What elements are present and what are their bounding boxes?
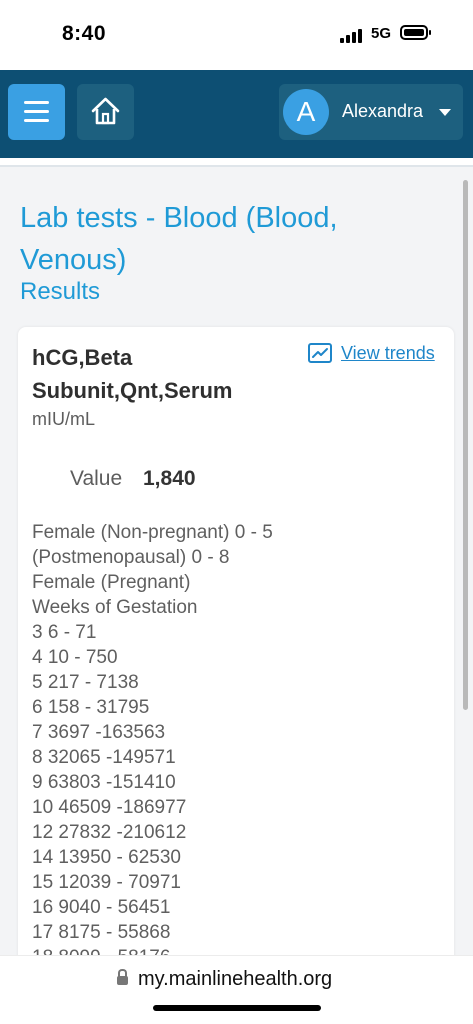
home-button[interactable] (77, 84, 134, 140)
battery-icon (400, 25, 431, 40)
app-header: A Alexandra (0, 70, 473, 158)
home-icon (91, 97, 120, 125)
line-chart-icon (308, 343, 332, 363)
lock-icon (117, 969, 128, 985)
browser-url-bar[interactable]: my.mainlinehealth.org (0, 955, 473, 1024)
home-indicator (153, 1005, 321, 1011)
reference-range-line: 18 8099 - 58176 (32, 945, 432, 955)
reference-range-line: 16 9040 - 56451 (32, 897, 171, 918)
reference-range: Female (Non-pregnant) 0 - 5 (Postmenopau… (32, 520, 432, 955)
page-title: Lab tests - Blood (Blood, Venous) (20, 202, 338, 276)
signal-icon (340, 27, 366, 43)
menu-button[interactable] (8, 84, 65, 140)
reference-range-line: 5 217 - 7138 (32, 672, 139, 693)
scrollbar[interactable] (463, 180, 468, 710)
reference-range-line: Female (Non-pregnant) 0 - 5 (32, 522, 273, 543)
page-subtitle: Results (20, 278, 101, 305)
reference-range-line: 3 6 - 71 (32, 622, 97, 643)
result-card: hCG,Beta Subunit,Qnt,Serum View trends m… (18, 327, 454, 955)
reference-range-line: (Postmenopausal) 0 - 8 (32, 547, 230, 568)
test-name: hCG,Beta Subunit,Qnt,Serum (32, 345, 233, 403)
reference-range-line: Weeks of Gestation (32, 597, 198, 618)
main-content[interactable]: Lab tests - Blood (Blood, Venous) Result… (0, 167, 473, 955)
reference-range-line: 17 8175 - 55868 (32, 922, 171, 943)
reference-range-line: 15 12039 - 70971 (32, 872, 181, 893)
result-unit: mIU/mL (32, 409, 95, 429)
result-value: 1,840 (143, 467, 196, 490)
reference-range-line: 4 10 - 750 (32, 647, 118, 668)
reference-range-line: Female (Pregnant) (32, 572, 191, 593)
network-type: 5G (371, 25, 392, 42)
reference-range-line: 6 158 - 31795 (32, 697, 150, 718)
url-text[interactable]: my.mainlinehealth.org (138, 968, 332, 991)
user-name: Alexandra (342, 101, 424, 121)
reference-range-line: 12 27832 -210612 (32, 822, 187, 843)
user-menu-button[interactable]: A Alexandra (279, 84, 463, 140)
reference-range-line: 9 63803 -151410 (32, 772, 176, 793)
chevron-down-icon (439, 109, 451, 116)
view-trends-label[interactable]: View trends (341, 343, 435, 364)
reference-range-line: 10 46509 -186977 (32, 797, 187, 818)
status-bar: 8:40 5G (0, 0, 473, 70)
avatar: A (283, 89, 329, 135)
status-time: 8:40 (62, 22, 107, 45)
reference-range-line: 8 32065 -149571 (32, 747, 176, 768)
reference-range-line: 7 3697 -163563 (32, 722, 166, 743)
reference-range-line: 14 13950 - 62530 (32, 847, 181, 868)
value-label: Value (70, 467, 123, 490)
